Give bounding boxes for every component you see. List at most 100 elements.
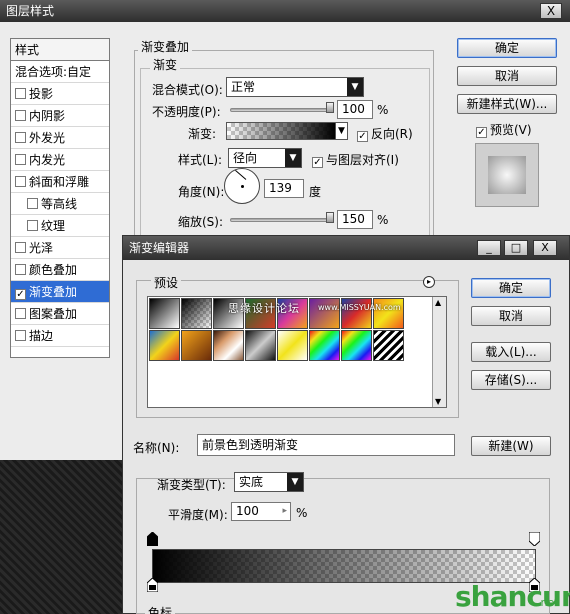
style-item-8[interactable]: 光泽	[11, 237, 109, 259]
gradient-picker[interactable]: ▼	[336, 122, 348, 140]
align-label: 与图层对齐(I)	[326, 153, 399, 167]
preset-swatch[interactable]	[373, 330, 404, 361]
checkbox-icon[interactable]	[27, 198, 38, 209]
scale-slider-thumb[interactable]	[326, 212, 334, 223]
checkbox-icon[interactable]	[15, 88, 26, 99]
checkbox-icon[interactable]	[15, 308, 26, 319]
checkbox-icon[interactable]	[15, 110, 26, 121]
preset-swatch[interactable]	[309, 330, 340, 361]
style-label: 样式(L):	[178, 153, 223, 167]
preset-swatch[interactable]	[245, 330, 276, 361]
checkbox-icon[interactable]	[15, 264, 26, 275]
preview-label: 预览(V)	[490, 123, 532, 137]
load-button[interactable]: 载入(L)...	[471, 342, 551, 362]
chevron-down-icon: ▼	[336, 123, 347, 139]
smoothness-unit: %	[296, 506, 308, 520]
opacity-slider-thumb[interactable]	[326, 102, 334, 113]
gradient-editor-dialog: 渐变编辑器 _ □ X 预设 ▸ 思缘设计论坛 www.MISSYUAN.com…	[122, 235, 570, 614]
name-label: 名称(N):	[133, 441, 180, 455]
preset-swatch[interactable]	[213, 330, 244, 361]
checkbox-icon[interactable]	[15, 154, 26, 165]
angle-dial-center	[241, 185, 244, 188]
style-item-0[interactable]: 混合选项:自定	[11, 61, 109, 83]
maximize-button[interactable]: □	[504, 240, 528, 256]
checkbox-icon[interactable]	[15, 132, 26, 143]
smoothness-field[interactable]: 100 ▸	[231, 502, 291, 521]
preset-swatch[interactable]	[149, 330, 180, 361]
preview-checkbox[interactable]: ✓ 预览(V)	[476, 121, 532, 138]
opacity-stop-right[interactable]	[529, 532, 540, 546]
style-select[interactable]: 径向 ▼	[228, 148, 302, 168]
gradient-subgroup-title: 渐变	[150, 56, 181, 73]
checkbox-icon[interactable]	[15, 242, 26, 253]
style-item-label: 描边	[29, 329, 54, 343]
style-item-6[interactable]: 等高线	[11, 193, 109, 215]
cancel-button[interactable]: 取消	[457, 66, 557, 86]
scale-slider[interactable]	[230, 218, 332, 222]
preset-swatch[interactable]	[149, 298, 180, 329]
chevron-down-icon: ▼	[347, 78, 363, 96]
blend-mode-select[interactable]: 正常 ▼	[226, 77, 364, 97]
style-item-label: 内发光	[29, 153, 66, 167]
align-checkbox[interactable]: ✓ 与图层对齐(I)	[312, 151, 399, 168]
preset-swatch[interactable]	[181, 298, 212, 329]
reverse-checkbox[interactable]: ✓ 反向(R)	[357, 125, 413, 142]
gradient-type-label: 渐变类型(T):	[157, 478, 226, 492]
color-stop-left[interactable]	[147, 578, 158, 592]
new-gradient-button[interactable]: 新建(W)	[471, 436, 551, 456]
close-button[interactable]: X	[533, 240, 557, 256]
checkbox-icon[interactable]: ✓	[15, 289, 26, 300]
preset-swatch[interactable]	[181, 330, 212, 361]
opacity-stop-left[interactable]	[147, 532, 158, 546]
checkbox-icon[interactable]	[27, 220, 38, 231]
minimize-button[interactable]: _	[477, 240, 501, 256]
style-item-label: 外发光	[29, 131, 66, 145]
blend-mode-value: 正常	[231, 80, 256, 94]
gradient-preview-bar[interactable]	[152, 549, 536, 583]
scroll-down-icon[interactable]: ▼	[435, 397, 441, 406]
scroll-up-icon[interactable]: ▲	[435, 298, 441, 307]
styles-list: 样式 混合选项:自定 投影 内阴影外发光内发光斜面和浮雕 等高线 纹理 光泽 颜色叠加 ✓ 渐变…	[10, 38, 110, 358]
style-item-12[interactable]: 描边	[11, 325, 109, 347]
gradient-swatch[interactable]	[226, 122, 336, 140]
preset-swatch[interactable]	[341, 330, 372, 361]
style-item-10[interactable]: ✓ 渐变叠加	[11, 281, 109, 303]
close-button[interactable]: X	[540, 3, 562, 19]
style-item-2[interactable]: 内阴影	[11, 105, 109, 127]
new-style-button[interactable]: 新建样式(W)...	[457, 94, 557, 114]
angle-unit: 度	[309, 185, 322, 199]
scale-field[interactable]: 150	[337, 210, 373, 229]
save-button[interactable]: 存储(S)...	[471, 370, 551, 390]
chevron-right-icon[interactable]: ▸	[282, 503, 287, 520]
gradient-label: 渐变:	[188, 127, 217, 141]
style-item-5[interactable]: 斜面和浮雕	[11, 171, 109, 193]
smoothness-label: 平滑度(M):	[168, 508, 228, 522]
opacity-field[interactable]: 100	[337, 100, 373, 119]
chevron-down-icon: ▼	[287, 473, 303, 491]
checkbox-icon: ✓	[357, 131, 368, 142]
checkbox-icon[interactable]	[15, 176, 26, 187]
checkbox-icon[interactable]	[15, 330, 26, 341]
preview-thumbnail	[488, 156, 526, 194]
opacity-slider[interactable]	[230, 108, 332, 112]
style-item-9[interactable]: 颜色叠加	[11, 259, 109, 281]
color-stops-label: 色标	[145, 604, 176, 614]
gradient-type-select[interactable]: 实底 ▼	[234, 472, 304, 492]
ok-button[interactable]: 确定	[457, 38, 557, 58]
site-logo-suffix: .net	[537, 596, 559, 609]
style-item-1[interactable]: 投影	[11, 83, 109, 105]
name-field[interactable]: 前景色到透明渐变	[197, 434, 455, 456]
style-item-3[interactable]: 外发光	[11, 127, 109, 149]
style-item-11[interactable]: 图案叠加	[11, 303, 109, 325]
ge-cancel-button[interactable]: 取消	[471, 306, 551, 326]
presets-menu-icon[interactable]: ▸	[423, 276, 435, 288]
angle-field[interactable]: 139	[264, 179, 304, 198]
preset-swatch[interactable]	[277, 330, 308, 361]
ge-ok-button[interactable]: 确定	[471, 278, 551, 298]
angle-dial[interactable]	[224, 168, 260, 204]
styles-header[interactable]: 样式	[11, 39, 109, 61]
checkbox-icon: ✓	[312, 157, 323, 168]
swatch-scrollbar[interactable]: ▲ ▼	[432, 297, 446, 407]
style-item-7[interactable]: 纹理	[11, 215, 109, 237]
style-item-4[interactable]: 内发光	[11, 149, 109, 171]
